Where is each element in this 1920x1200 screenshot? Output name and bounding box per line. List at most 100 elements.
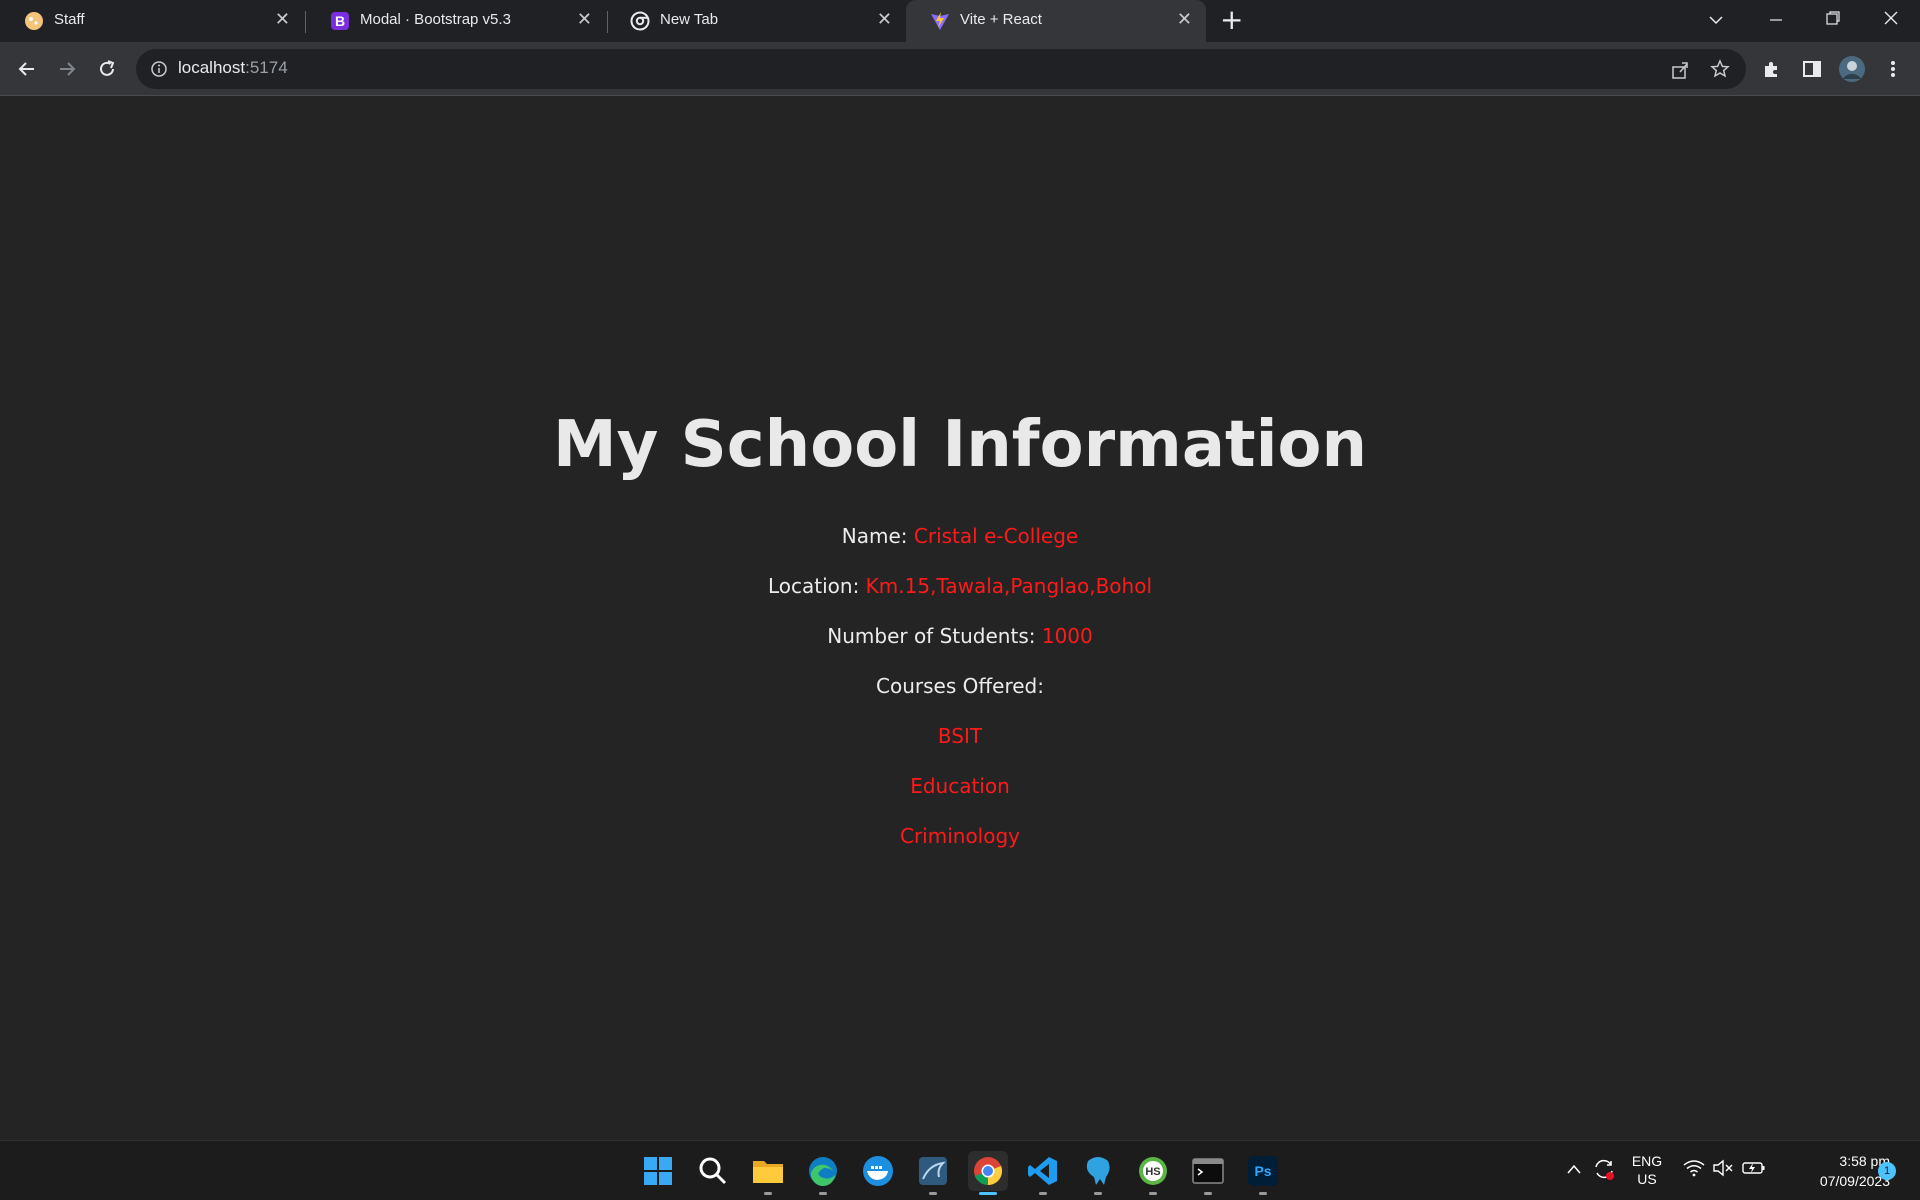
- taskbar-chrome[interactable]: [968, 1151, 1008, 1195]
- photoshop-icon: Ps: [1248, 1156, 1278, 1186]
- tab-staff[interactable]: Staff ✕: [0, 0, 304, 42]
- students-label: Number of Students:: [827, 624, 1036, 648]
- new-tab-button[interactable]: +: [1220, 6, 1243, 34]
- browser-toolbar: localhost:5174: [0, 42, 1920, 96]
- back-button[interactable]: [13, 55, 41, 83]
- chrome-icon: [974, 1157, 1003, 1185]
- pgadmin-icon: [1086, 1157, 1110, 1185]
- windows-taskbar: HS Ps ENG US 3:58 pm 07/09/2023 1: [0, 1140, 1920, 1200]
- side-panel-icon: [1803, 61, 1821, 77]
- volume-muted-icon[interactable]: [1712, 1159, 1734, 1177]
- share-icon[interactable]: [1670, 60, 1690, 80]
- student-count-row: Number of Students: 1000: [0, 624, 1920, 648]
- clock-time: 3:58 pm: [1839, 1153, 1890, 1169]
- taskbar-pgadmin[interactable]: [1078, 1151, 1118, 1195]
- side-panel-button[interactable]: [1798, 55, 1826, 83]
- clock[interactable]: 3:58 pm 07/09/2023: [1770, 1151, 1890, 1191]
- taskbar-vscode[interactable]: [1023, 1151, 1063, 1195]
- running-indicator: [1259, 1192, 1267, 1195]
- region-code: US: [1637, 1171, 1657, 1187]
- running-indicator: [929, 1192, 937, 1195]
- profile-avatar[interactable]: [1838, 55, 1866, 83]
- site-info-icon[interactable]: [150, 60, 168, 78]
- svg-text:B: B: [335, 13, 345, 29]
- taskbar-search-button[interactable]: [693, 1151, 733, 1191]
- location-value: Km.15,Tawala,Panglao,Bohol: [865, 574, 1152, 598]
- notification-badge[interactable]: 1: [1878, 1162, 1896, 1180]
- browser-menu-button[interactable]: [1879, 55, 1907, 83]
- start-button[interactable]: [638, 1151, 678, 1191]
- running-indicator: [1094, 1192, 1102, 1195]
- svg-text:Ps: Ps: [1254, 1163, 1271, 1179]
- taskbar-file-explorer[interactable]: [748, 1151, 788, 1195]
- url-host: localhost: [178, 58, 246, 77]
- page-content: My School Information Name: Cristal e-Co…: [0, 96, 1920, 1140]
- terminal-icon: [1192, 1158, 1224, 1184]
- kebab-menu-icon: [1891, 61, 1895, 77]
- running-indicator: [1149, 1192, 1157, 1195]
- edge-icon: [809, 1157, 837, 1187]
- tab-new-tab[interactable]: New Tab ✕: [606, 0, 906, 42]
- windows-start-icon: [644, 1157, 672, 1185]
- restore-icon[interactable]: [1825, 10, 1841, 26]
- running-indicator: [819, 1192, 827, 1195]
- running-indicator: [764, 1192, 772, 1195]
- taskbar-terminal[interactable]: [1188, 1151, 1228, 1195]
- tab-close-button[interactable]: ✕: [275, 9, 290, 30]
- show-hidden-icons-chevron-icon[interactable]: [1566, 1163, 1582, 1175]
- tab-search-chevron-icon[interactable]: [1708, 12, 1724, 28]
- browser-tab-strip: Staff ✕ B Modal · Bootstrap v5.3 ✕ New T…: [0, 0, 1920, 42]
- battery-charging-icon[interactable]: [1742, 1160, 1766, 1176]
- running-indicator: [1039, 1192, 1047, 1195]
- search-icon: [699, 1157, 727, 1185]
- close-window-icon[interactable]: [1883, 10, 1899, 26]
- minimize-icon[interactable]: [1768, 12, 1784, 28]
- arrow-right-icon: [60, 62, 76, 76]
- students-value: 1000: [1041, 624, 1093, 648]
- reload-button[interactable]: [93, 55, 121, 83]
- taskbar-photoshop[interactable]: Ps: [1243, 1151, 1283, 1195]
- address-bar[interactable]: localhost:5174: [136, 49, 1746, 89]
- svg-text:HS: HS: [1145, 1166, 1160, 1178]
- school-location-row: Location: Km.15,Tawala,Panglao,Bohol: [0, 574, 1920, 598]
- taskbar-heidisql[interactable]: HS: [1133, 1151, 1173, 1195]
- puzzle-piece-icon: [1765, 62, 1777, 77]
- extensions-button[interactable]: [1758, 55, 1786, 83]
- tab-bootstrap-modal[interactable]: B Modal · Bootstrap v5.3 ✕: [306, 0, 606, 42]
- arrow-left-icon: [18, 62, 34, 76]
- tab-title: Modal · Bootstrap v5.3: [360, 11, 511, 28]
- chrome-favicon-icon: [630, 11, 650, 31]
- bootstrap-favicon-icon: B: [331, 12, 349, 30]
- tab-close-button[interactable]: ✕: [877, 9, 892, 30]
- docker-icon: [863, 1156, 893, 1186]
- sync-icon[interactable]: [1592, 1157, 1616, 1181]
- tab-title: New Tab: [660, 11, 719, 28]
- taskbar-edge[interactable]: [803, 1151, 843, 1195]
- name-value: Cristal e-College: [913, 524, 1079, 548]
- cookie-favicon-icon: [25, 12, 43, 30]
- wifi-icon[interactable]: [1683, 1159, 1705, 1177]
- taskbar-mysql-workbench[interactable]: [913, 1151, 953, 1195]
- tab-title: Vite + React: [960, 11, 1042, 28]
- vscode-icon: [1028, 1157, 1057, 1185]
- tab-title: Staff: [54, 11, 85, 28]
- course-item: Education: [910, 774, 1010, 798]
- tab-close-button[interactable]: ✕: [577, 9, 592, 30]
- name-label: Name:: [841, 524, 908, 548]
- input-language-indicator[interactable]: ENG US: [1630, 1152, 1664, 1188]
- courses-label: Courses Offered:: [876, 674, 1044, 698]
- tab-vite-react[interactable]: Vite + React ✕: [906, 0, 1206, 42]
- heidisql-icon: HS: [1139, 1157, 1167, 1185]
- url-port: :5174: [245, 58, 288, 77]
- bookmark-star-icon[interactable]: [1710, 59, 1730, 79]
- vite-favicon-icon: [931, 12, 949, 30]
- course-item: Criminology: [899, 824, 1021, 848]
- file-explorer-icon: [753, 1161, 783, 1183]
- avatar-icon: [1839, 56, 1865, 82]
- reload-icon: [100, 60, 115, 76]
- taskbar-docker[interactable]: [858, 1151, 898, 1191]
- location-label: Location:: [767, 574, 860, 598]
- running-indicator: [1204, 1192, 1212, 1195]
- forward-button[interactable]: [53, 55, 81, 83]
- tab-close-button[interactable]: ✕: [1177, 9, 1192, 30]
